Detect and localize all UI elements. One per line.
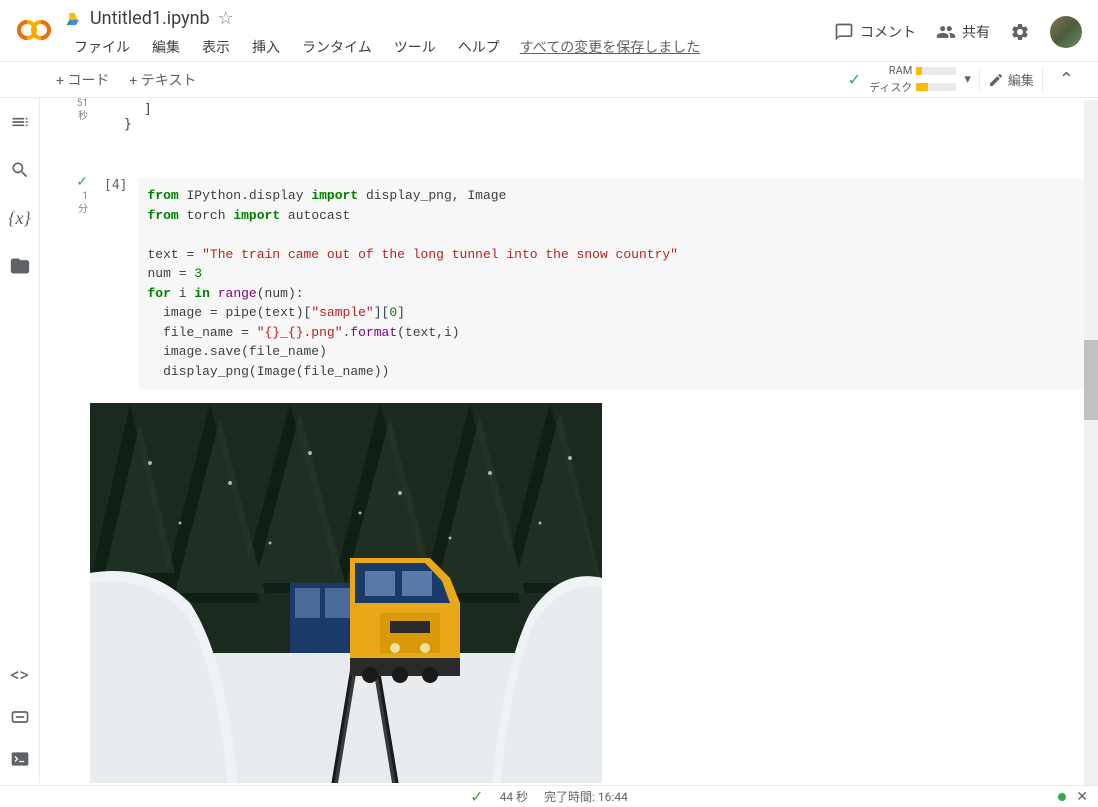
cell-previous-tail: 51 秒 ] } <box>40 98 1098 144</box>
resource-indicator[interactable]: ✓ RAM ディスク ▾ <box>848 64 971 95</box>
completed-label: 完了時間: 16:44 <box>544 788 628 805</box>
dropdown-icon[interactable]: ▾ <box>964 72 971 87</box>
share-label: 共有 <box>962 22 990 42</box>
output-image <box>90 403 602 783</box>
prev-brace2: } <box>104 117 1090 132</box>
star-icon[interactable]: ☆ <box>218 8 234 29</box>
user-avatar[interactable] <box>1050 16 1082 48</box>
gear-icon <box>1010 22 1030 42</box>
colab-logo[interactable] <box>16 12 52 48</box>
comment-label: コメント <box>860 22 916 42</box>
menu-edit[interactable]: 編集 <box>142 33 190 61</box>
variables-icon[interactable]: {x} <box>8 206 32 230</box>
cell-number: [4] <box>104 178 127 389</box>
cell-4[interactable]: ✓ 1 分 [4] from IPython.display import di… <box>40 174 1098 401</box>
menu-insert[interactable]: 挿入 <box>242 33 290 61</box>
share-icon <box>936 22 956 42</box>
share-button[interactable]: 共有 <box>936 22 990 42</box>
toc-icon[interactable] <box>8 110 32 134</box>
disk-label: ディスク <box>869 79 912 95</box>
disk-meter <box>916 83 956 91</box>
drive-icon <box>64 10 82 28</box>
prev-brace1: ] <box>104 102 1090 117</box>
cell4-time-unit: 分 <box>78 204 88 216</box>
comment-icon <box>834 22 854 42</box>
ram-meter <box>916 67 956 75</box>
terminal-icon[interactable] <box>8 747 32 771</box>
code-snippets-icon[interactable]: <> <box>8 663 32 687</box>
command-palette-icon[interactable] <box>8 705 32 729</box>
menu-view[interactable]: 表示 <box>192 33 240 61</box>
add-code-button[interactable]: + コード <box>46 66 119 94</box>
prev-time-num: 51 <box>77 98 88 110</box>
settings-button[interactable] <box>1010 22 1030 42</box>
menu-tools[interactable]: ツール <box>384 33 446 61</box>
menu-file[interactable]: ファイル <box>64 33 140 61</box>
prev-time-unit: 秒 <box>78 111 88 123</box>
edit-label: 編集 <box>1008 70 1034 89</box>
pencil-icon <box>988 72 1004 88</box>
runtime-label: 44 秒 <box>500 788 528 805</box>
saved-status[interactable]: すべての変更を保存しました <box>512 33 708 61</box>
edit-button[interactable]: 編集 <box>988 70 1034 89</box>
search-icon[interactable] <box>8 158 32 182</box>
check-icon: ✓ <box>848 70 861 89</box>
add-text-button[interactable]: + テキスト <box>119 66 206 94</box>
cell4-time-num: 1 <box>82 191 88 203</box>
status-bar: ✓ 44 秒 完了時間: 16:44 ✕ <box>0 785 1098 807</box>
filename[interactable]: Untitled1.ipynb <box>90 8 210 29</box>
ram-label: RAM <box>889 64 913 77</box>
menu-runtime[interactable]: ランタイム <box>292 33 382 61</box>
connection-status-icon <box>1058 793 1066 801</box>
comment-button[interactable]: コメント <box>834 22 916 42</box>
vertical-scrollbar[interactable] <box>1084 100 1098 785</box>
check-icon: ✓ <box>470 787 483 806</box>
code-editor[interactable]: from IPython.display import display_png,… <box>139 178 1090 389</box>
menu-help[interactable]: ヘルプ <box>448 33 510 61</box>
menu-bar: ファイル 編集 表示 挿入 ランタイム ツール ヘルプ すべての変更を保存しまし… <box>64 33 834 61</box>
collapse-button[interactable]: ⌃ <box>1051 69 1082 90</box>
left-sidebar: {x} <> <box>0 98 40 783</box>
close-icon[interactable]: ✕ <box>1076 789 1088 805</box>
check-icon: ✓ <box>76 174 88 190</box>
files-icon[interactable] <box>8 254 32 278</box>
notebook-area[interactable]: 51 秒 ] } ✓ 1 分 [4] <box>40 98 1098 783</box>
